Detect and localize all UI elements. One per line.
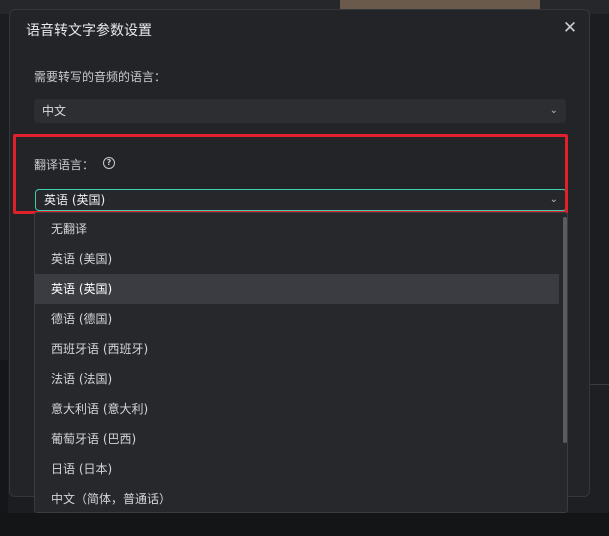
background-bottom-bar <box>0 513 609 536</box>
source-language-value: 中文 <box>42 104 67 118</box>
source-language-label: 需要转写的音频的语言： <box>34 70 167 84</box>
close-icon[interactable]: ✕ <box>560 18 580 38</box>
dialog-title: 语音转文字参数设置 <box>26 23 152 39</box>
dropdown-option[interactable]: 意大利语 (意大利) <box>35 394 559 424</box>
dropdown-option[interactable]: 中文（简体，普通话） <box>35 484 559 512</box>
dropdown-option-selected[interactable]: 英语 (英国) <box>35 274 559 304</box>
dropdown-option[interactable]: 英语 (美国) <box>35 244 559 274</box>
translate-language-dropdown: 无翻译 英语 (美国) 英语 (英国) 德语 (德国) 西班牙语 (西班牙) 法… <box>34 212 568 513</box>
dropdown-option[interactable]: 日语 (日本) <box>35 454 559 484</box>
dropdown-option[interactable]: 法语 (法国) <box>35 364 559 394</box>
source-language-select[interactable]: 中文 ⌄ <box>34 99 566 123</box>
dropdown-scrollbar[interactable] <box>563 217 567 443</box>
dropdown-option[interactable]: 德语 (德国) <box>35 304 559 334</box>
dropdown-option[interactable]: 西班牙语 (西班牙) <box>35 334 559 364</box>
dropdown-option[interactable]: 无翻译 <box>35 214 559 244</box>
background-panel-left <box>0 360 8 536</box>
chevron-down-icon: ⌄ <box>549 105 558 116</box>
dropdown-option[interactable]: 葡萄牙语 (巴西) <box>35 424 559 454</box>
highlight-annotation-box <box>13 134 568 214</box>
